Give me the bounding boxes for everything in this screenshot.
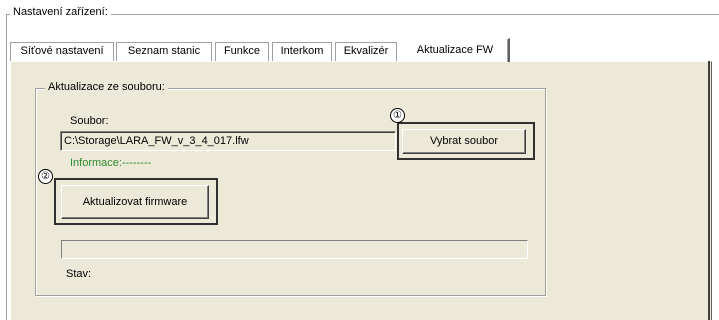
device-settings-legend: Nastavení zařízení:	[10, 6, 111, 18]
update-firmware-button[interactable]: Aktualizovat firmware	[61, 185, 209, 219]
tab-station-list[interactable]: Seznam stanic	[116, 42, 212, 61]
callout-number-2: ②	[38, 169, 53, 184]
tab-firmware-update[interactable]: Aktualizace FW	[401, 38, 510, 62]
panel-edge	[708, 61, 710, 320]
status-label: Stav:	[66, 268, 92, 280]
info-label: Informace:--------	[70, 157, 152, 169]
tab-intercom[interactable]: Interkom	[272, 42, 332, 61]
tab-network-settings[interactable]: Síťové nastavení	[10, 42, 114, 61]
update-progress-bar	[61, 240, 528, 259]
file-path-field[interactable]: C:\Storage\LARA_FW_v_3_4_017.lfw	[60, 131, 396, 151]
file-update-legend: Aktualizace ze souboru:	[45, 81, 168, 93]
tab-equalizer[interactable]: Ekvalizér	[335, 42, 397, 61]
file-label: Soubor:	[70, 115, 109, 127]
select-file-button[interactable]: Vybrat soubor	[402, 129, 526, 154]
callout-number-1: ①	[390, 108, 405, 123]
tab-functions[interactable]: Funkce	[215, 42, 269, 61]
